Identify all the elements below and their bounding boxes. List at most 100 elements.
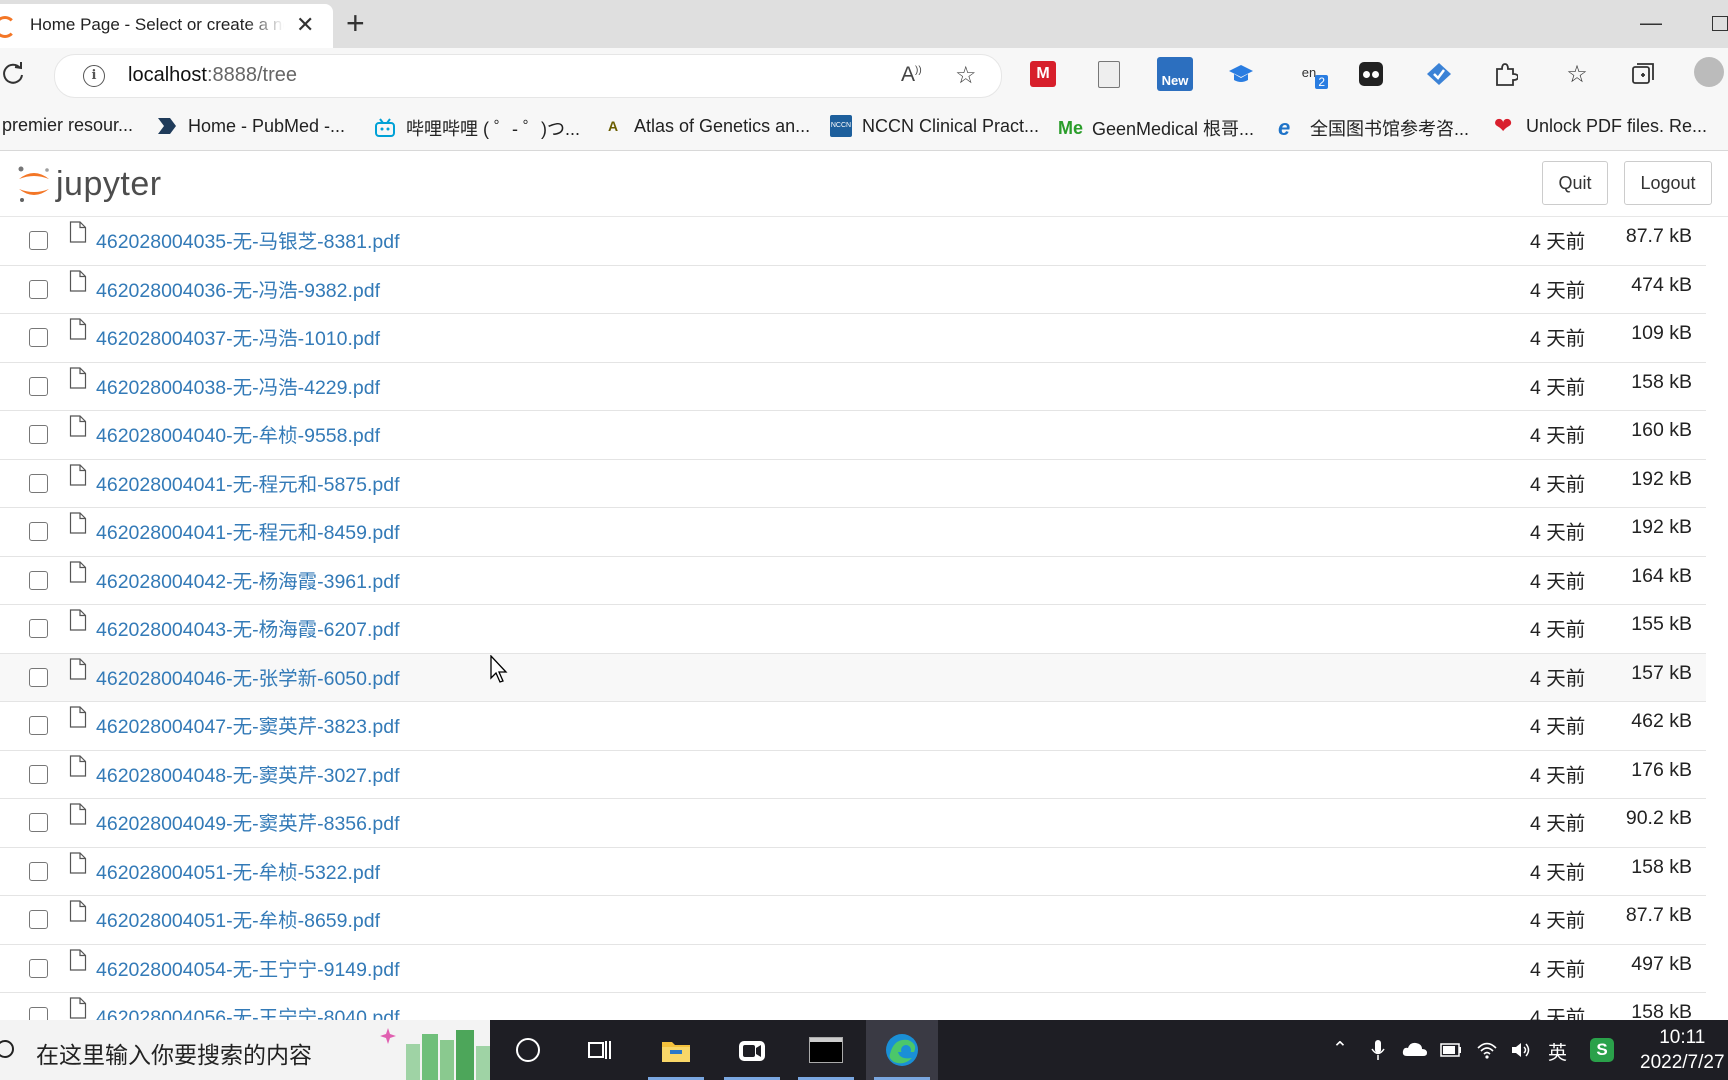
file-link[interactable]: 462028004048-无-窦英芹-3027.pdf: [96, 759, 400, 788]
read-aloud-icon[interactable]: A)): [901, 63, 922, 87]
page-extension-icon[interactable]: [1094, 59, 1124, 89]
scrollbar-track[interactable]: [1706, 217, 1728, 1020]
file-link[interactable]: 462028004036-无-冯浩-9382.pdf: [96, 274, 380, 303]
file-row[interactable]: 462028004042-无-杨海霞-3961.pdf 4 天前 164 kB: [0, 557, 1706, 605]
task-view-icon[interactable]: [564, 1020, 636, 1080]
jupyter-logo[interactable]: jupyter: [16, 163, 162, 205]
file-link[interactable]: 462028004041-无-程元和-5875.pdf: [96, 468, 400, 497]
file-row[interactable]: 462028004041-无-程元和-8459.pdf 4 天前 192 kB: [0, 508, 1706, 557]
extensions-puzzle-icon[interactable]: [1490, 59, 1520, 89]
reload-icon[interactable]: [0, 60, 26, 86]
new-tab-icon[interactable]: +: [346, 6, 365, 40]
graduation-cap-extension-icon[interactable]: [1226, 59, 1256, 89]
close-tab-icon[interactable]: ✕: [296, 13, 314, 37]
file-icon: [69, 318, 87, 340]
sogou-ime-icon[interactable]: S: [1590, 1038, 1614, 1062]
file-row[interactable]: 462028004040-无-牟桢-9558.pdf 4 天前 160 kB: [0, 411, 1706, 460]
file-select-checkbox[interactable]: [29, 813, 48, 832]
file-select-checkbox[interactable]: [29, 425, 48, 444]
file-row[interactable]: 462028004036-无-冯浩-9382.pdf 4 天前 474 kB: [0, 266, 1706, 314]
mendeley-extension-icon[interactable]: M: [1028, 59, 1058, 89]
file-row[interactable]: 462028004048-无-窦英芹-3027.pdf 4 天前 176 kB: [0, 751, 1706, 799]
microphone-icon[interactable]: [1370, 1038, 1386, 1062]
file-row[interactable]: 462028004051-无-牟桢-5322.pdf 4 天前 158 kB: [0, 848, 1706, 896]
file-select-checkbox[interactable]: [29, 861, 48, 881]
file-row[interactable]: 462028004047-无-窦英芹-3823.pdf 4 天前 462 kB: [0, 702, 1706, 751]
file-select-checkbox[interactable]: [29, 716, 48, 735]
file-select-checkbox[interactable]: [29, 619, 48, 638]
file-size: 462 kB: [1631, 710, 1692, 732]
glasses-extension-icon[interactable]: [1356, 59, 1386, 89]
new-extension-icon[interactable]: New: [1156, 56, 1194, 92]
file-link[interactable]: 462028004035-无-马银芝-8381.pdf: [96, 225, 400, 254]
translate-extension-icon[interactable]: en 2: [1294, 57, 1328, 89]
file-row[interactable]: 462028004037-无-冯浩-1010.pdf 4 天前 109 kB: [0, 314, 1706, 363]
file-select-checkbox[interactable]: [29, 570, 48, 590]
show-hidden-icons-icon[interactable]: ⌃: [1332, 1038, 1348, 1061]
logout-button[interactable]: Logout: [1624, 161, 1712, 205]
bookmark-bilibili[interactable]: 哔哩哔哩 ( ゜- ゜)つ...: [374, 115, 580, 141]
file-select-checkbox[interactable]: [29, 522, 48, 541]
file-row[interactable]: 462028004049-无-窦英芹-8356.pdf 4 天前 90.2 kB: [0, 799, 1706, 848]
volume-icon[interactable]: [1510, 1040, 1532, 1060]
file-explorer-icon[interactable]: [640, 1020, 712, 1080]
file-link[interactable]: 462028004051-无-牟桢-5322.pdf: [96, 856, 380, 885]
file-row[interactable]: 462028004041-无-程元和-5875.pdf 4 天前 192 kB: [0, 460, 1706, 508]
file-select-checkbox[interactable]: [29, 667, 48, 687]
file-link[interactable]: 462028004049-无-窦英芹-8356.pdf: [96, 807, 400, 836]
bookmark-premier-resource[interactable]: premier resour...: [2, 115, 133, 136]
url-text[interactable]: localhost:8888/tree: [128, 64, 297, 87]
browser-tab-active[interactable]: Home Page - Select or create a notebook …: [0, 4, 333, 48]
system-clock[interactable]: 10:11 2022/7/27: [1640, 1025, 1725, 1075]
file-link[interactable]: 462028004038-无-冯浩-4229.pdf: [96, 371, 380, 400]
file-select-checkbox[interactable]: [29, 231, 48, 250]
file-select-checkbox[interactable]: [29, 328, 48, 347]
file-select-checkbox[interactable]: [29, 376, 48, 396]
bookmark-geenmedical[interactable]: Me GeenMedical 根哥...: [1058, 115, 1254, 141]
bookmark-national-library[interactable]: e 全国图书馆参考咨...: [1278, 115, 1469, 141]
video-meeting-icon[interactable]: [716, 1020, 788, 1080]
edge-browser-icon[interactable]: [866, 1020, 938, 1080]
file-row[interactable]: 462028004054-无-王宁宁-9149.pdf 4 天前 497 kB: [0, 945, 1706, 993]
add-favorite-icon[interactable]: ☆: [955, 61, 977, 90]
address-bar[interactable]: i localhost:8888/tree A)) ☆: [54, 54, 1002, 98]
taskbar-search-box[interactable]: 在这里输入你要搜索的内容: [0, 1020, 490, 1080]
quit-button[interactable]: Quit: [1542, 161, 1608, 205]
shield-check-extension-icon[interactable]: [1424, 59, 1454, 89]
collections-icon[interactable]: [1628, 59, 1658, 89]
file-row[interactable]: 462028004046-无-张学新-6050.pdf 4 天前 157 kB: [0, 653, 1706, 702]
file-row[interactable]: 462028004035-无-马银芝-8381.pdf 4 天前 87.7 kB: [0, 217, 1706, 266]
wifi-icon[interactable]: [1476, 1040, 1498, 1060]
file-link[interactable]: 462028004042-无-杨海霞-3961.pdf: [96, 565, 400, 594]
bookmark-nccn[interactable]: NCCN NCCN Clinical Pract...: [830, 115, 1039, 137]
file-select-checkbox[interactable]: [29, 910, 48, 929]
terminal-icon[interactable]: [790, 1020, 862, 1080]
favorites-icon[interactable]: ☆: [1562, 59, 1592, 89]
bookmark-pubmed[interactable]: Home - PubMed -...: [156, 115, 345, 137]
file-row[interactable]: 462028004038-无-冯浩-4229.pdf 4 天前 158 kB: [0, 363, 1706, 411]
file-link[interactable]: 462028004037-无-冯浩-1010.pdf: [96, 322, 380, 351]
file-link[interactable]: 462028004054-无-王宁宁-9149.pdf: [96, 953, 400, 982]
file-select-checkbox[interactable]: [29, 473, 48, 493]
file-select-checkbox[interactable]: [29, 279, 48, 299]
file-link[interactable]: 462028004041-无-程元和-8459.pdf: [96, 516, 400, 545]
cortana-icon[interactable]: [492, 1020, 564, 1080]
file-row[interactable]: 462028004043-无-杨海霞-6207.pdf 4 天前 155 kB: [0, 605, 1706, 654]
maximize-window-icon[interactable]: [1712, 16, 1728, 31]
minimize-window-icon[interactable]: —: [1640, 10, 1662, 36]
file-select-checkbox[interactable]: [29, 764, 48, 784]
bookmark-atlas-genetics[interactable]: A Atlas of Genetics an...: [602, 115, 810, 137]
file-link[interactable]: 462028004051-无-牟桢-8659.pdf: [96, 904, 380, 933]
ime-language-indicator[interactable]: 英: [1548, 1038, 1567, 1065]
profile-avatar-icon[interactable]: [1694, 57, 1724, 87]
bookmark-unlock-pdf[interactable]: ❤ Unlock PDF files. Re...: [1494, 115, 1707, 137]
file-row[interactable]: 462028004051-无-牟桢-8659.pdf 4 天前 87.7 kB: [0, 896, 1706, 945]
file-select-checkbox[interactable]: [29, 958, 48, 978]
file-link[interactable]: 462028004046-无-张学新-6050.pdf: [96, 662, 400, 691]
file-link[interactable]: 462028004040-无-牟桢-9558.pdf: [96, 419, 380, 448]
battery-icon[interactable]: [1440, 1042, 1462, 1058]
onedrive-icon[interactable]: [1402, 1040, 1428, 1058]
file-link[interactable]: 462028004043-无-杨海霞-6207.pdf: [96, 613, 400, 642]
site-info-icon[interactable]: i: [83, 65, 105, 87]
file-link[interactable]: 462028004047-无-窦英芹-3823.pdf: [96, 710, 400, 739]
